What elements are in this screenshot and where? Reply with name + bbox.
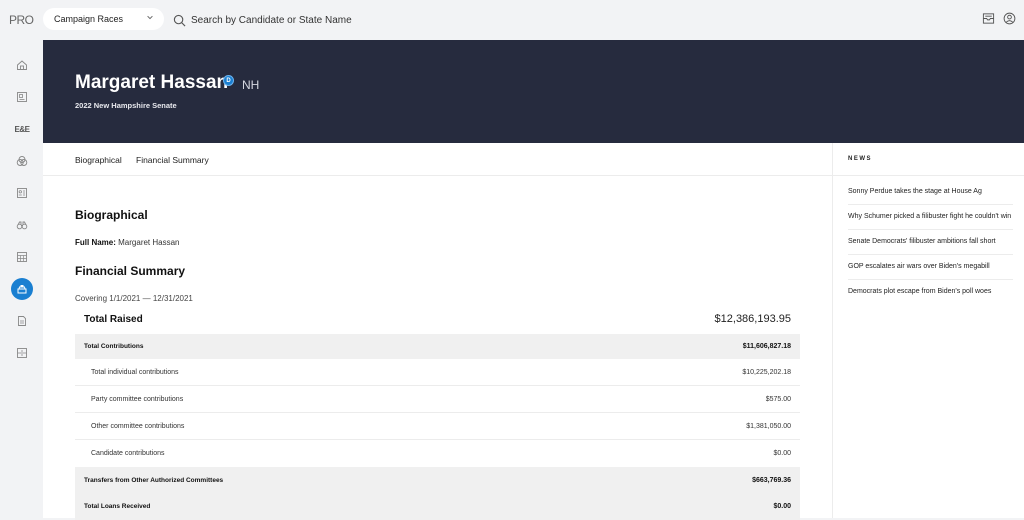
total-raised-row: Total Raised $12,386,193.95 [75, 306, 800, 334]
row-label: Other committee contributions [91, 423, 185, 430]
sidebar-item-calendar[interactable] [11, 246, 33, 268]
row-label: Party committee contributions [91, 396, 184, 403]
news-list: Sonny Perdue takes the stage at House Ag… [848, 180, 1013, 304]
race-label: 2022 New Hampshire Senate [75, 101, 177, 110]
ee-label: E&E [14, 124, 30, 134]
sidebar-item-watch[interactable] [11, 214, 33, 236]
newspaper-icon [17, 92, 27, 102]
sidebar-item-documents[interactable] [11, 310, 33, 332]
row-label: Total Loans Received [84, 503, 151, 510]
row-value: $663,769.36 [752, 477, 791, 484]
row-value: $11,606,827.18 [742, 343, 791, 350]
full-name: Full Name: Margaret Hassan [75, 238, 180, 247]
news-item[interactable]: Democrats plot escape from Biden's poll … [848, 280, 1013, 304]
main-panel: Margaret Hassan D NH 2022 New Hampshire … [43, 40, 1024, 520]
table-row: Candidate contributions $0.00 [75, 440, 800, 467]
row-value: $0.00 [773, 450, 791, 457]
biographical-heading: Biographical [75, 208, 148, 222]
row-value: $0.00 [773, 503, 791, 510]
tab-biographical[interactable]: Biographical [75, 155, 122, 165]
row-label: Candidate contributions [91, 450, 165, 457]
table-row: Transfers from Other Authorized Committe… [75, 467, 800, 494]
news-item[interactable]: Senate Democrats' filibuster ambitions f… [848, 230, 1013, 255]
news-item[interactable]: Why Schumer picked a filibuster fight he… [848, 205, 1013, 230]
calendar-grid-icon [17, 252, 27, 262]
full-name-label: Full Name: [75, 238, 116, 247]
sidebar: E&E [0, 40, 43, 518]
row-value: $575.00 [765, 396, 791, 403]
news-item[interactable]: Sonny Perdue takes the stage at House Ag [848, 180, 1013, 205]
section-dropdown[interactable]: Campaign Races [43, 8, 164, 30]
top-bar: PRO Campaign Races Search by Candidate o… [0, 0, 1024, 40]
sidebar-item-archive[interactable] [11, 342, 33, 364]
news-panel: NEWS Sonny Perdue takes the stage at Hou… [833, 143, 1024, 518]
binoculars-icon [16, 221, 28, 230]
financial-summary-heading: Financial Summary [75, 264, 186, 278]
total-raised-label: Total Raised [84, 314, 143, 325]
sidebar-item-campaigns[interactable] [11, 278, 33, 300]
home-icon [17, 60, 27, 70]
content-area: Biographical Full Name: Margaret Hassan … [43, 176, 832, 520]
venn-icon [16, 156, 28, 166]
inbox-icon[interactable] [982, 12, 995, 25]
pro-logo[interactable]: PRO [9, 13, 34, 27]
party-badge: D [223, 75, 234, 86]
candidate-header: Margaret Hassan D NH 2022 New Hampshire … [43, 40, 1024, 143]
table-row: Total individual contributions $10,225,2… [75, 359, 800, 386]
full-name-value: Margaret Hassan [118, 238, 180, 247]
sidebar-item-policy[interactable] [11, 150, 33, 172]
state-label: NH [242, 78, 260, 92]
row-label: Transfers from Other Authorized Committe… [84, 477, 224, 484]
section-tabs: Biographical Financial Summary [43, 143, 832, 176]
sidebar-item-home[interactable] [11, 54, 33, 76]
archive-icon [17, 348, 27, 358]
search-icon [173, 14, 186, 26]
news-divider [833, 175, 1024, 176]
total-raised-value: $12,386,193.95 [714, 313, 791, 325]
account-icon[interactable] [1003, 12, 1016, 25]
chevron-down-icon [147, 15, 153, 20]
search-bar[interactable]: Search by Candidate or State Name [173, 11, 473, 29]
sidebar-item-ee[interactable]: E&E [11, 118, 33, 140]
table-row: Total Loans Received $0.00 [75, 494, 800, 520]
search-input[interactable]: Search by Candidate or State Name [191, 15, 352, 26]
table-row: Party committee contributions $575.00 [75, 386, 800, 413]
tab-financial-summary[interactable]: Financial Summary [136, 155, 209, 165]
financial-table: Total Raised $12,386,193.95 Total Contri… [75, 306, 800, 520]
contact-card-icon [17, 188, 27, 198]
news-title: NEWS [848, 156, 872, 162]
sidebar-item-newsletters[interactable] [11, 86, 33, 108]
row-value: $1,381,050.00 [746, 423, 791, 430]
table-row: Total Contributions $11,606,827.18 [75, 334, 800, 359]
row-value: $10,225,202.18 [742, 369, 791, 376]
covering-period: Covering 1/1/2021 — 12/31/2021 [75, 294, 193, 303]
ballot-box-icon [17, 285, 27, 294]
row-label: Total Contributions [84, 343, 144, 350]
document-icon [18, 316, 26, 326]
dropdown-value: Campaign Races [54, 14, 124, 24]
news-item[interactable]: GOP escalates air wars over Biden's mega… [848, 255, 1013, 280]
sidebar-item-people[interactable] [11, 182, 33, 204]
table-row: Other committee contributions $1,381,050… [75, 413, 800, 440]
candidate-name: Margaret Hassan [75, 72, 229, 93]
row-label: Total individual contributions [91, 369, 179, 376]
